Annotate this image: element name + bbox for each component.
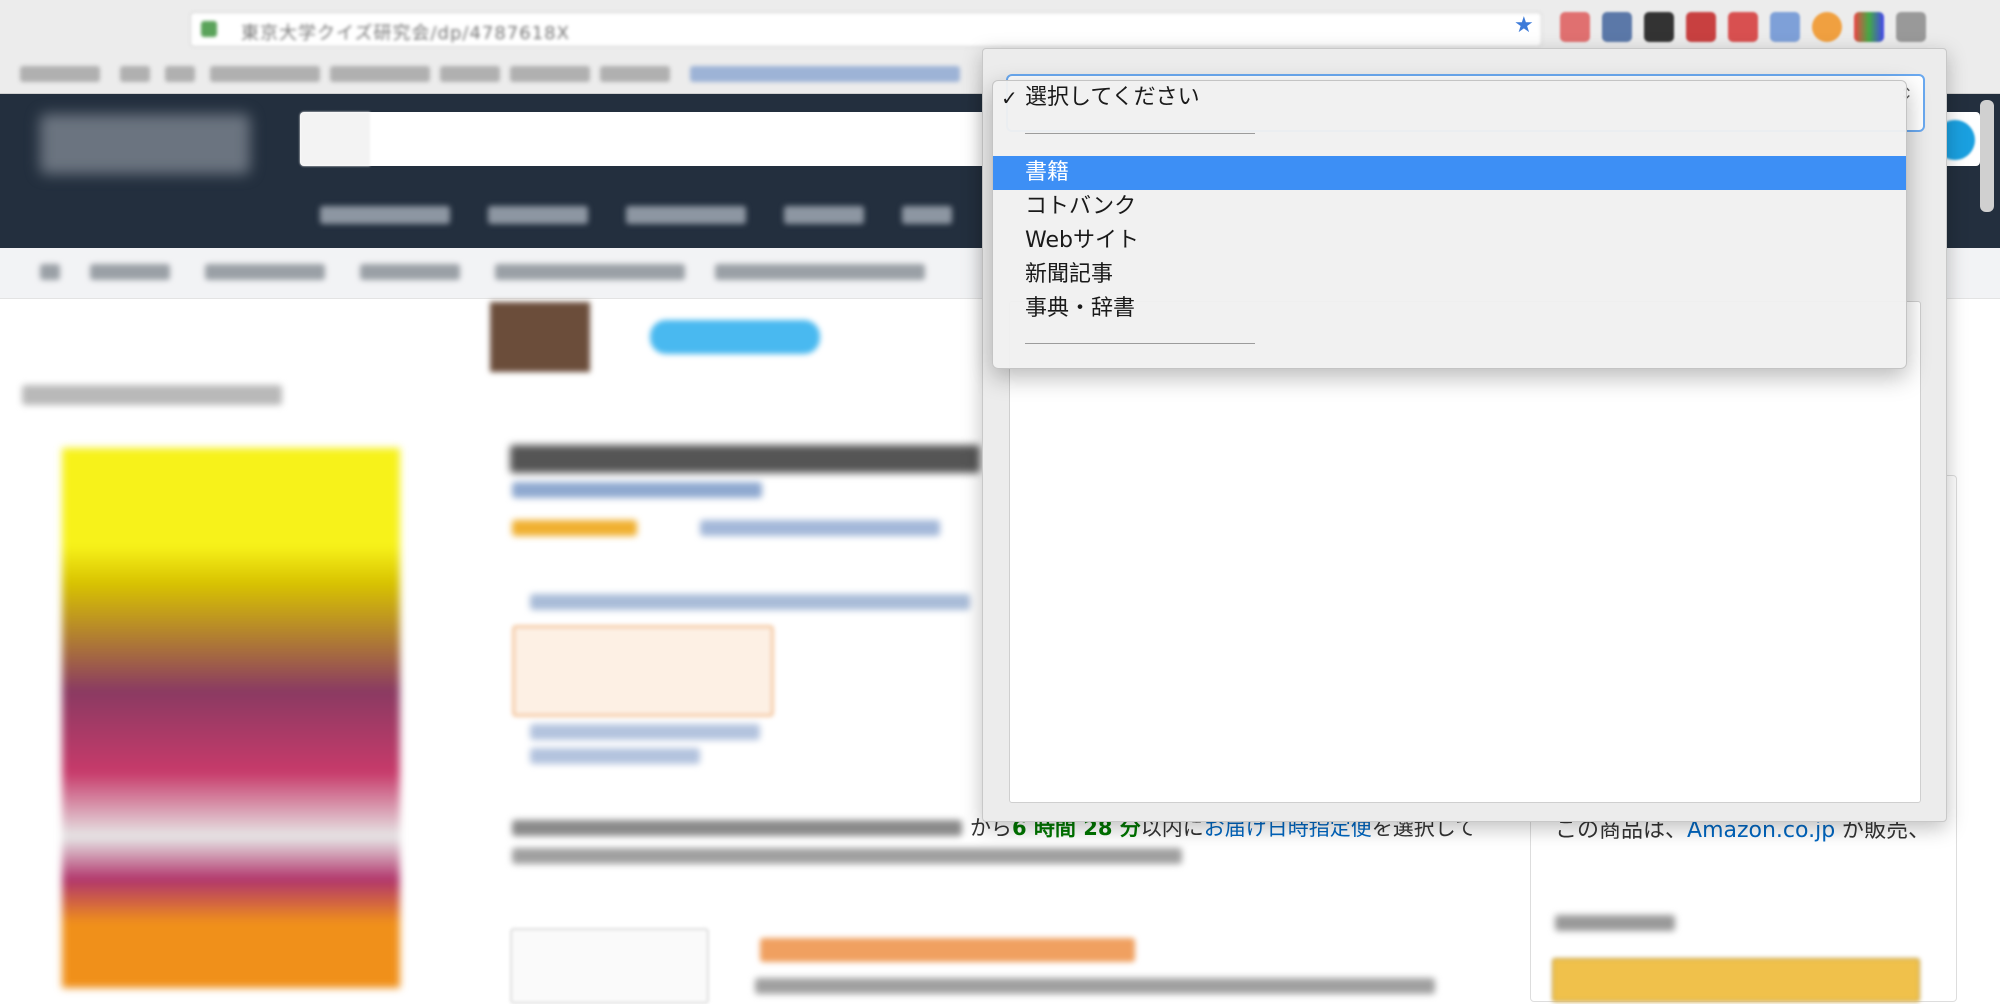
source-type-dropdown: ✓ 選択してください 書籍 コトバンク Webサイト 新聞記事 事典・辞書 bbox=[992, 80, 1907, 369]
bookmark-item[interactable] bbox=[165, 66, 195, 82]
extension-icon[interactable] bbox=[1770, 12, 1800, 42]
format-link[interactable] bbox=[530, 594, 970, 610]
breadcrumb[interactable] bbox=[22, 385, 282, 405]
dropdown-separator bbox=[1025, 133, 1255, 134]
nav-item[interactable] bbox=[488, 206, 588, 224]
address-bar-url: 東京大学クイズ研究会/dp/4787618X bbox=[241, 23, 570, 44]
extension-icon[interactable] bbox=[1644, 12, 1674, 42]
extension-icon[interactable] bbox=[1854, 12, 1884, 42]
option-website[interactable]: Webサイト bbox=[993, 224, 1906, 258]
bookmark-item[interactable] bbox=[210, 66, 320, 82]
extension-icon[interactable] bbox=[1602, 12, 1632, 42]
review-count-link[interactable] bbox=[700, 520, 940, 536]
extension-icon[interactable] bbox=[1896, 12, 1926, 42]
promo-text bbox=[755, 978, 1435, 994]
subnav-item[interactable] bbox=[205, 264, 325, 280]
quantity-label bbox=[1555, 915, 1675, 931]
delivery-info-blurred-2 bbox=[512, 848, 1182, 864]
citation-textarea[interactable] bbox=[1009, 301, 1921, 803]
subnav-item[interactable] bbox=[495, 264, 685, 280]
bookmark-item[interactable] bbox=[120, 66, 150, 82]
option-label: 事典・辞書 bbox=[1025, 296, 1136, 321]
rating-stars[interactable] bbox=[512, 520, 637, 536]
nav-item[interactable] bbox=[902, 206, 952, 224]
promo-title-link[interactable] bbox=[760, 938, 1135, 962]
ad-card[interactable] bbox=[510, 928, 709, 1004]
page-scrollbar[interactable] bbox=[1980, 100, 1994, 212]
extension-icon[interactable] bbox=[1812, 12, 1842, 42]
bookmark-item[interactable] bbox=[600, 66, 670, 82]
nav-item[interactable] bbox=[784, 206, 864, 224]
product-image[interactable] bbox=[62, 448, 400, 988]
option-label: 選択してください bbox=[1025, 85, 1200, 110]
option-label: 書籍 bbox=[1025, 160, 1070, 185]
author-link[interactable] bbox=[512, 482, 762, 498]
option-newspaper[interactable]: 新聞記事 bbox=[993, 258, 1906, 292]
nav-item[interactable] bbox=[320, 206, 450, 224]
search-category-select[interactable] bbox=[300, 112, 370, 166]
option-kotobank[interactable]: コトバンク bbox=[993, 190, 1906, 224]
banner-button[interactable] bbox=[650, 320, 820, 354]
subnav-item[interactable] bbox=[360, 264, 460, 280]
new-offer-link[interactable] bbox=[530, 748, 700, 764]
option-label: コトバンク bbox=[1025, 194, 1137, 219]
address-bar[interactable]: 東京大学クイズ研究会/dp/4787618X bbox=[190, 12, 1542, 47]
extension-icon[interactable] bbox=[1686, 12, 1716, 42]
option-books[interactable]: 書籍 bbox=[993, 156, 1906, 190]
subnav-item[interactable] bbox=[715, 264, 925, 280]
option-label: 新聞記事 bbox=[1025, 262, 1114, 287]
option-label: Webサイト bbox=[1025, 228, 1139, 253]
subnav-item[interactable] bbox=[90, 264, 170, 280]
header-nav bbox=[320, 206, 952, 228]
subnav-item[interactable] bbox=[40, 264, 60, 280]
bookmark-item[interactable] bbox=[20, 66, 100, 82]
used-offer-link[interactable] bbox=[530, 724, 760, 740]
site-security-icon bbox=[201, 21, 217, 37]
extension-icon[interactable] bbox=[1728, 12, 1758, 42]
bookmark-star-icon[interactable]: ★ bbox=[1514, 15, 1534, 37]
banner-image bbox=[490, 302, 590, 372]
site-logo[interactable] bbox=[40, 114, 250, 174]
dropdown-separator bbox=[1025, 343, 1255, 344]
delivery-info-blurred bbox=[512, 820, 962, 836]
add-to-cart-button[interactable] bbox=[1552, 958, 1920, 1002]
promo-banner[interactable] bbox=[490, 302, 1010, 372]
product-title bbox=[510, 445, 980, 473]
extension-icons bbox=[1560, 12, 1926, 42]
option-dictionary[interactable]: 事典・辞書 bbox=[993, 292, 1906, 326]
option-select-prompt[interactable]: ✓ 選択してください bbox=[993, 81, 1906, 115]
bookmark-item[interactable] bbox=[690, 66, 960, 82]
checkmark-icon: ✓ bbox=[1001, 86, 1018, 110]
nav-item[interactable] bbox=[626, 206, 746, 224]
bookmark-item[interactable] bbox=[510, 66, 590, 82]
extension-icon[interactable] bbox=[1560, 12, 1590, 42]
bookmark-item[interactable] bbox=[440, 66, 500, 82]
price-box[interactable] bbox=[512, 625, 774, 717]
bookmark-item[interactable] bbox=[330, 66, 430, 82]
